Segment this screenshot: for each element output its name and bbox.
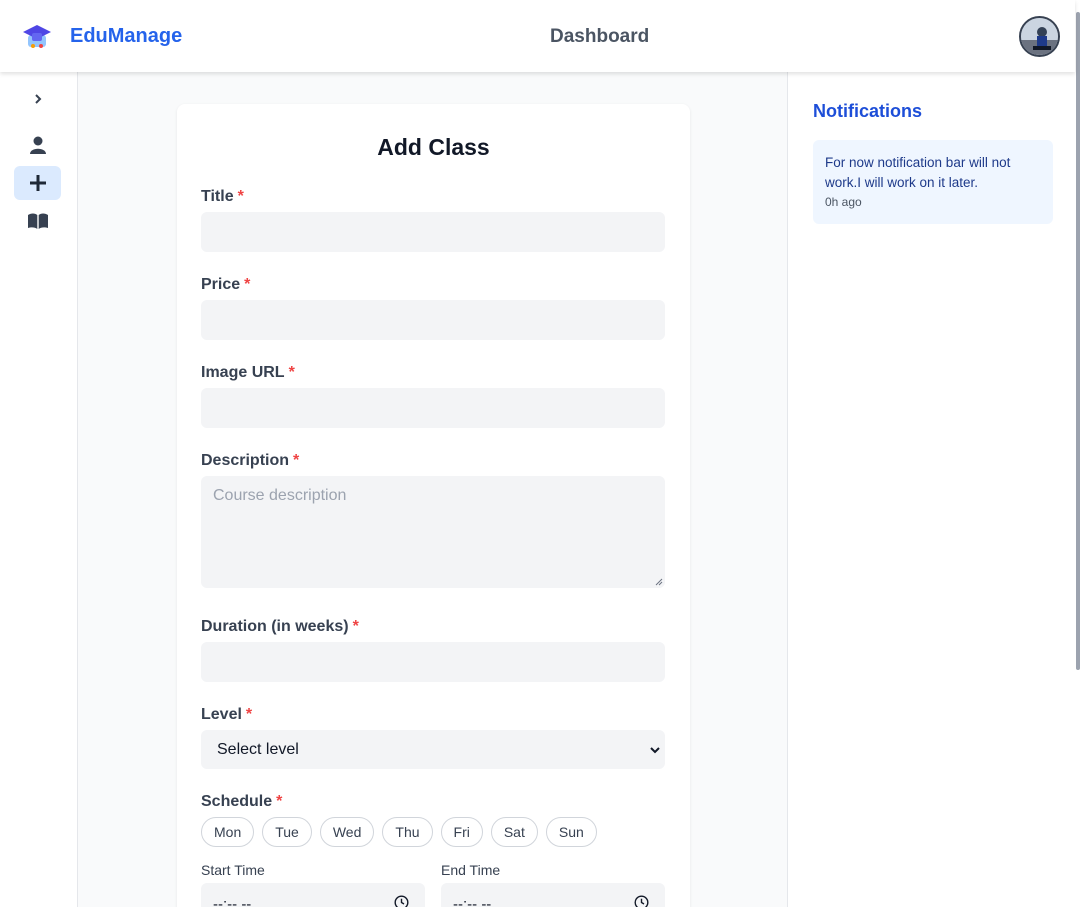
page-scrollbar[interactable] (1075, 0, 1081, 907)
main-content: Add Class Title * Price * Image URL * Descr… (78, 72, 787, 907)
resize-handle-icon[interactable] (655, 578, 663, 586)
title-input[interactable] (201, 212, 665, 252)
notification-time: 0h ago (825, 195, 862, 209)
image-url-label: Image URL * (201, 364, 295, 381)
description-label: Description * (201, 452, 300, 469)
end-time-label: End Time (441, 862, 501, 878)
title-label: Title * (201, 188, 244, 205)
notifications-title: Notifications (813, 101, 923, 121)
sidebar-item-add-class[interactable] (14, 166, 61, 200)
schedule-day-picker: Mon Tue Wed Thu Fri Sat Sun (201, 817, 597, 847)
sidebar-item-my-classes[interactable] (14, 204, 61, 238)
scrollbar-thumb[interactable] (1076, 12, 1080, 670)
plus-icon (29, 175, 46, 191)
level-label: Level * (201, 706, 253, 723)
chevron-right-icon (34, 94, 41, 104)
brand-name[interactable]: EduManage (70, 25, 182, 48)
notification-message: For now notification bar will not work.I… (825, 155, 1011, 190)
page-title: Dashboard (550, 26, 650, 47)
description-textarea[interactable]: Course description (201, 476, 665, 588)
graduation-cap-logo-icon[interactable] (22, 21, 52, 51)
day-toggle-tue[interactable]: Tue (262, 817, 312, 847)
image-url-input[interactable] (201, 388, 665, 428)
avatar-image (1021, 18, 1058, 55)
start-time-value: --:-- -- (213, 896, 252, 907)
notifications-panel: Notifications For now notification bar w… (787, 72, 1075, 907)
avatar[interactable] (1019, 16, 1060, 57)
notification-item[interactable]: For now notification bar will not work.I… (813, 140, 1053, 224)
day-toggle-sat[interactable]: Sat (490, 817, 538, 847)
add-class-form: Add Class Title * Price * Image URL * Descr… (177, 104, 690, 907)
day-toggle-sun[interactable]: Sun (545, 817, 597, 847)
schedule-label: Schedule * (201, 793, 283, 810)
price-label: Price * (201, 276, 251, 293)
description-placeholder: Course description (213, 487, 347, 504)
chevron-down-icon (650, 746, 660, 753)
end-time-input[interactable]: --:-- -- (441, 883, 665, 907)
duration-label: Duration (in weeks) * (201, 618, 359, 635)
form-title: Add Class (377, 134, 490, 160)
level-select-value: Select level (217, 740, 299, 758)
day-toggle-wed[interactable]: Wed (319, 817, 375, 847)
day-toggle-fri[interactable]: Fri (440, 817, 483, 847)
level-select[interactable]: Select level (201, 730, 665, 769)
end-time-value: --:-- -- (453, 896, 492, 907)
clock-icon[interactable] (394, 895, 409, 907)
user-icon (29, 136, 46, 154)
sidebar-expand-button[interactable] (14, 82, 61, 116)
price-input[interactable] (201, 300, 665, 340)
day-toggle-mon[interactable]: Mon (201, 817, 255, 847)
clock-icon[interactable] (634, 895, 649, 907)
start-time-label: Start Time (201, 862, 265, 878)
day-toggle-thu[interactable]: Thu (382, 817, 433, 847)
sidebar (0, 72, 78, 907)
duration-input[interactable] (201, 642, 665, 682)
top-navbar: EduManage Dashboard (0, 0, 1075, 72)
sidebar-item-profile[interactable] (14, 128, 61, 162)
book-open-icon (27, 213, 48, 229)
start-time-input[interactable]: --:-- -- (201, 883, 425, 907)
